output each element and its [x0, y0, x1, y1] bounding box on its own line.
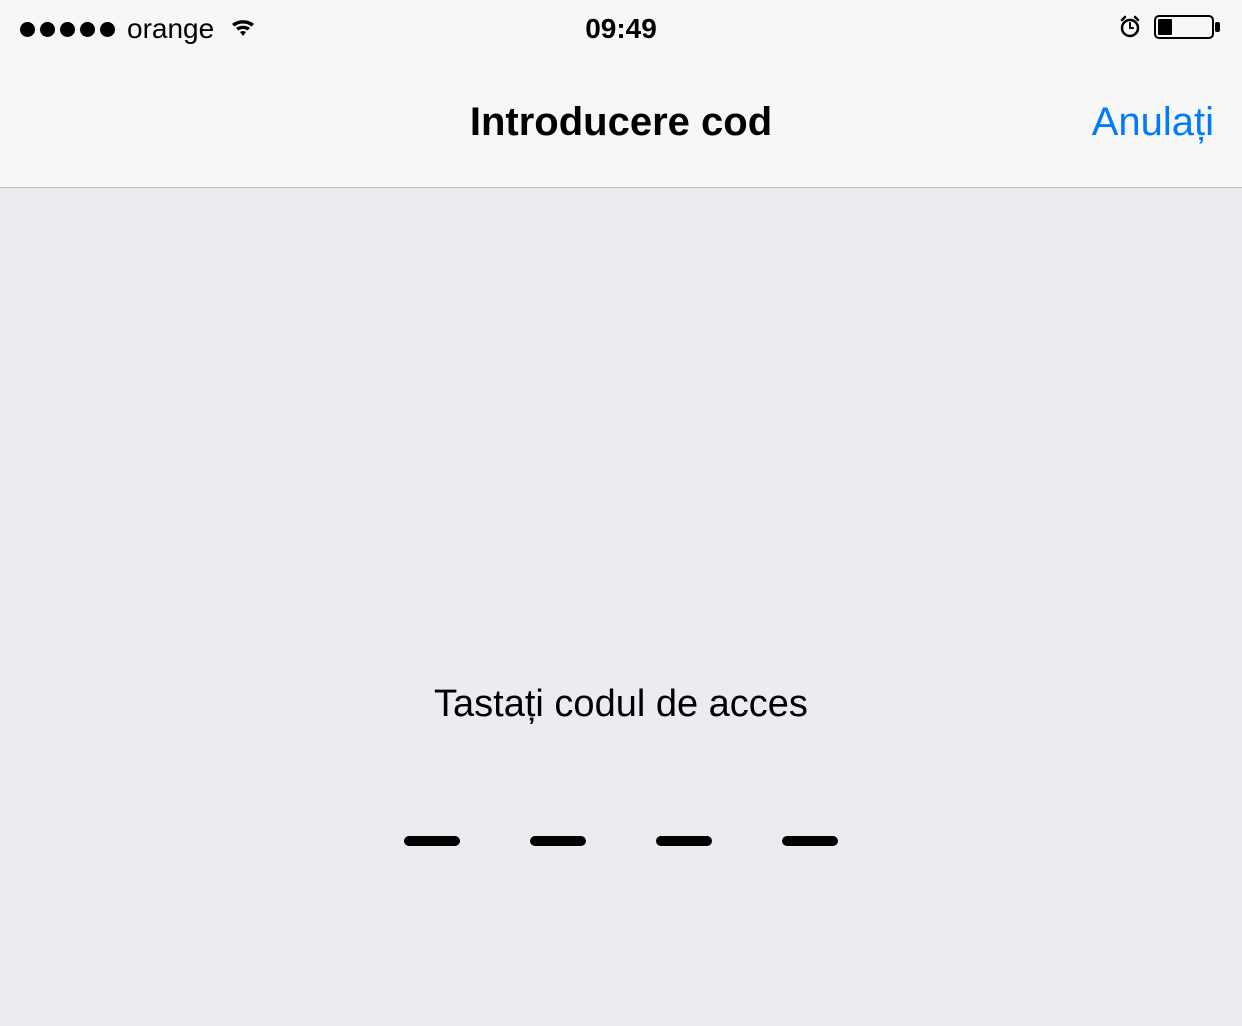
- cancel-button[interactable]: Anulați: [1092, 100, 1214, 145]
- status-bar-right: [1118, 13, 1222, 46]
- passcode-digit-placeholder: [782, 836, 838, 846]
- passcode-input[interactable]: [404, 836, 838, 846]
- carrier-label: orange: [127, 13, 214, 45]
- status-bar: orange 09:49: [0, 0, 1242, 58]
- signal-strength-icon: [20, 22, 115, 37]
- passcode-digit-placeholder: [404, 836, 460, 846]
- alarm-icon: [1118, 15, 1142, 44]
- page-title: Introducere cod: [470, 100, 772, 145]
- battery-icon: [1154, 13, 1222, 46]
- nav-bar: Introducere cod Anulați: [0, 58, 1242, 188]
- wifi-icon: [228, 15, 258, 44]
- passcode-digit-placeholder: [656, 836, 712, 846]
- passcode-digit-placeholder: [530, 836, 586, 846]
- content-area: Tastați codul de acces: [0, 188, 1242, 846]
- status-bar-time: 09:49: [585, 13, 657, 45]
- passcode-prompt: Tastați codul de acces: [434, 683, 808, 726]
- status-bar-left: orange: [20, 13, 258, 45]
